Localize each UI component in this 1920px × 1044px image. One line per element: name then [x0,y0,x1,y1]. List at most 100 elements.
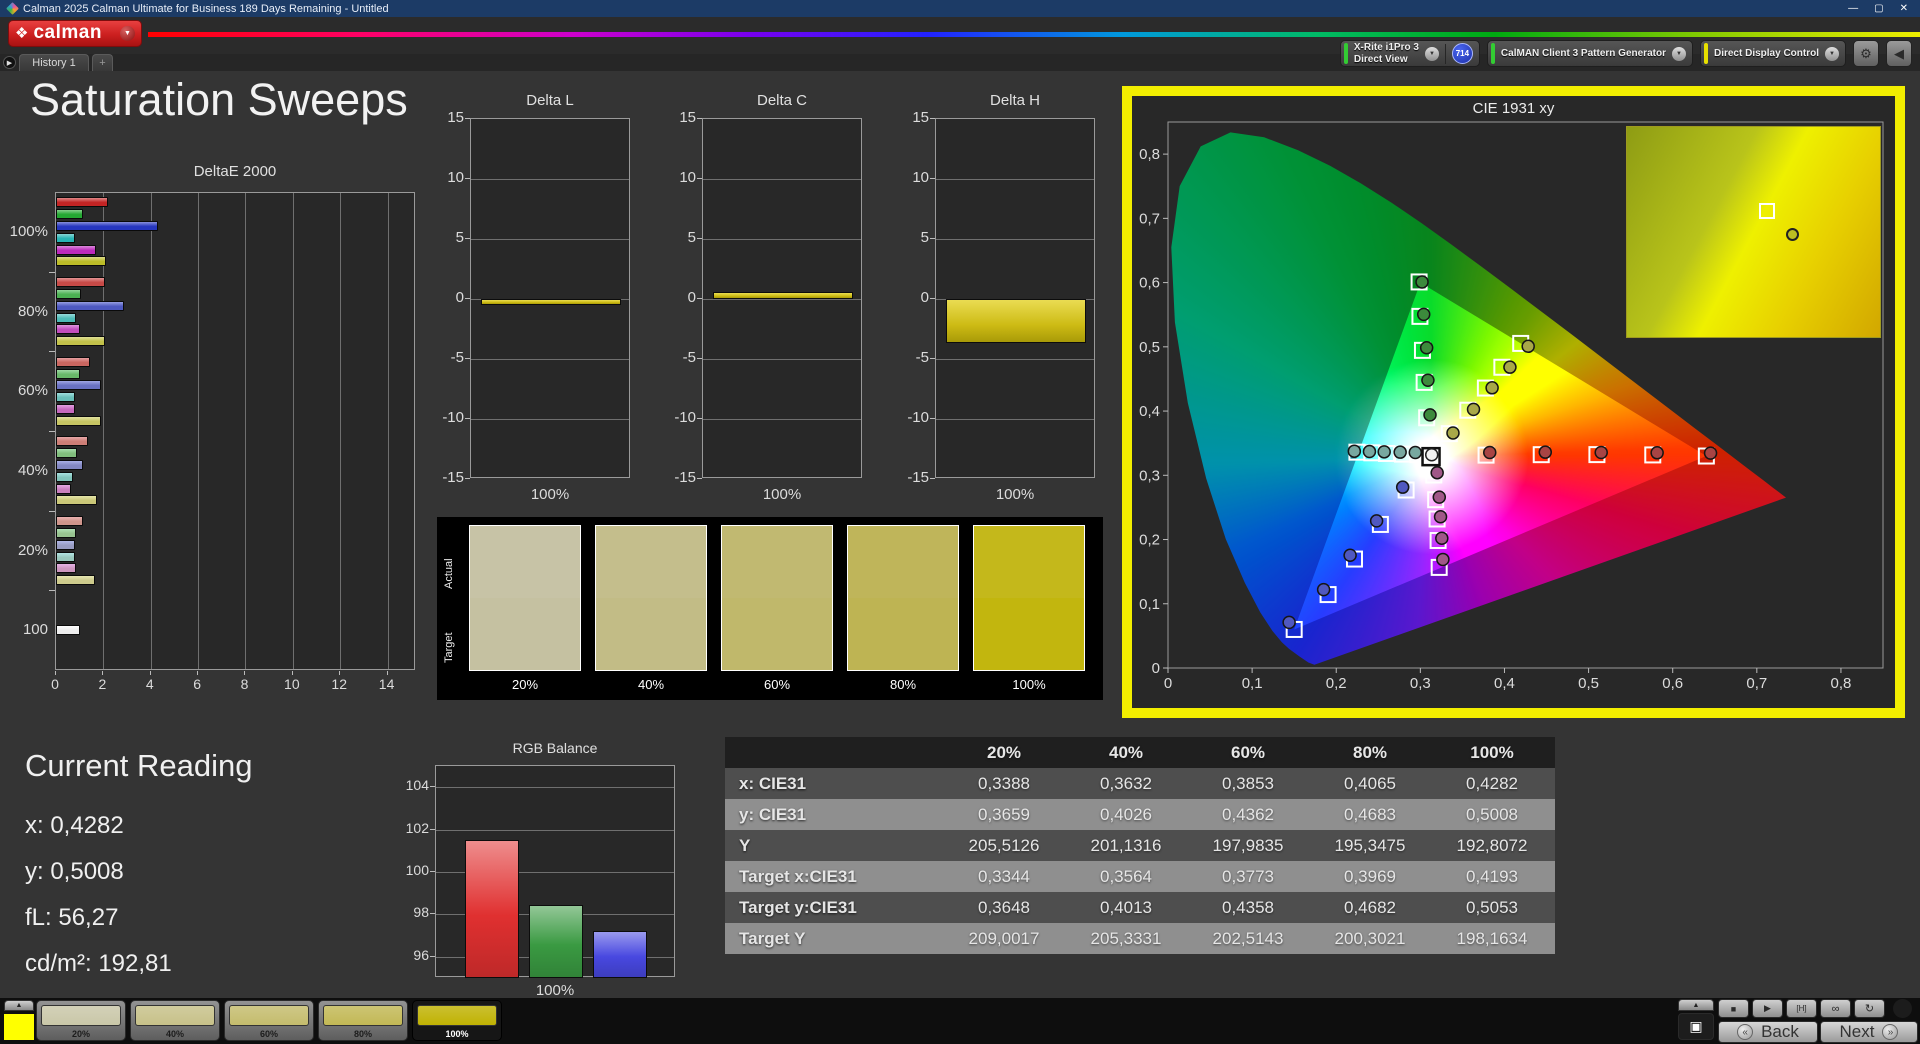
pattern-button-80%[interactable]: 80% [318,1000,408,1041]
play-button[interactable]: ▶ [1752,999,1783,1018]
next-label: Next [1839,1022,1875,1041]
pattern-window-toggle-button[interactable]: ▣ [1678,1013,1714,1040]
svg-text:0: 0 [1164,675,1172,692]
calman-menu-button[interactable]: ❖ calman ▼ [8,20,142,47]
measured-point-yellow [1503,360,1517,374]
swatch-level-label: 20% [511,677,539,692]
target-swatch [596,598,706,670]
pattern-preview-swatch[interactable] [4,1014,34,1040]
transport-expand-button[interactable]: ▲ [1678,999,1714,1011]
pattern-swatch [135,1005,215,1026]
tab-history-1[interactable]: History 1 [19,54,89,71]
rgb-bar-green [529,904,583,978]
deltae-bar-blue [56,221,158,232]
minimize-icon[interactable]: — [1848,3,1858,14]
close-icon[interactable]: ✕ [1900,3,1908,14]
settings-button[interactable]: ⚙ [1853,40,1879,67]
measured-point-magenta [1432,490,1447,504]
measured-point-yellow [1521,339,1535,354]
deltae-bar-magenta [56,483,72,494]
stop-button[interactable]: ■ [1718,999,1749,1018]
deltaH-y-tick: -10 [907,409,929,426]
calman-app: Calman 2025 Calman Ultimate for Business… [0,0,1920,1044]
next-button[interactable]: Next » [1820,1021,1918,1043]
pattern-button-20%[interactable]: 20% [36,1000,126,1041]
tab-nav-arrow[interactable]: ▶ [3,56,16,69]
source-dropdown[interactable]: CalMAN Client 3 Pattern Generator ▼ [1486,40,1693,67]
table-cell: 0,3853 [1222,773,1274,793]
deltae-bar-green [56,448,78,459]
swatch-pair-20% [469,525,581,671]
back-button[interactable]: « Back [1718,1021,1818,1043]
single-measure-button[interactable]: [H] [1786,999,1817,1018]
measured-point-cyan [1377,445,1391,459]
page-title: Saturation Sweeps [30,74,408,125]
maximize-icon[interactable]: ▢ [1874,3,1883,14]
deltae-x-tick: 6 [193,676,201,692]
add-tab-button[interactable]: + [92,54,113,71]
current-reading-line: fL: 56,27 [25,904,119,931]
pattern-button-60%[interactable]: 60% [224,1000,314,1041]
continuous-measure-button[interactable]: ∞ [1820,999,1851,1018]
table-cell: 0,3648 [978,897,1030,917]
refresh-icon: ↻ [1864,1003,1875,1015]
current-reading-title: Current Reading [25,748,253,783]
table-row-label: Target x:CIE31 [739,866,857,886]
actual-target-swatch-panel: Actual Target 20% 40% 60% 80% 100% [437,517,1103,700]
meter-dropdown[interactable]: X-Rite i1Pro 3 Direct View ▼ 714 [1339,40,1480,67]
table-cell: 0,3388 [978,773,1030,793]
table-cell: 198,1634 [1456,928,1528,948]
single-measure-icon: [H] [1796,1004,1807,1013]
display-dropdown-icon[interactable]: ▼ [1825,46,1839,61]
measured-point-blue [1343,548,1357,563]
meter-bar: X-Rite i1Pro 3 Direct View ▼ 714 CalMAN C… [1339,40,1912,67]
swatch-level-label: 100% [1012,677,1046,692]
brand-dropdown-icon[interactable]: ▼ [120,26,135,41]
table-column-header: 100% [1470,742,1514,762]
table-cell: 192,8072 [1456,835,1528,855]
swatch-level-label: 80% [889,677,917,692]
actual-swatch [848,526,958,598]
deltae-x-tick: 12 [331,676,347,692]
measured-point-green [1415,275,1429,289]
tab-history-label: History 1 [32,57,76,69]
gear-icon: ⚙ [1860,45,1872,61]
deltae-bar-yellow [56,336,105,347]
pattern-button-40%[interactable]: 40% [130,1000,220,1041]
table-row-label: Target Y [739,928,806,948]
target-swatch [722,598,832,670]
table-cell: 0,4683 [1344,804,1396,824]
table-cell: 0,4362 [1222,804,1274,824]
refresh-button[interactable]: ↻ [1854,999,1885,1018]
table-cell: 0,3632 [1100,773,1152,793]
deltaH-y-tick: 15 [912,109,929,126]
deltaC-title: Delta C [756,92,808,109]
deltae-group-label: 20% [17,541,48,559]
deltaH-y-tick: -15 [907,469,929,486]
deltaL-y-tick: 15 [447,109,464,126]
pattern-button-100%[interactable]: 100% [412,1000,502,1041]
back-arrow-icon: « [1737,1024,1754,1040]
preview-expand-button[interactable]: ▲ [4,1000,34,1011]
deltae-bar-cyan [56,471,73,482]
deltaC-y-tick: 0 [687,289,696,306]
meter-dropdown-icon[interactable]: ▼ [1424,46,1439,61]
table-cell: 0,3969 [1344,866,1396,886]
svg-text:0,5: 0,5 [1578,675,1599,692]
deltaC-plot [702,118,862,478]
table-cell: 202,5143 [1212,928,1284,948]
table-column-header: 40% [1108,742,1144,762]
deltaH-y-tick: -5 [915,349,929,366]
actual-swatch [974,526,1084,598]
collapse-panel-button[interactable]: ◀ [1886,40,1912,67]
deltae-group-label: 80% [17,302,48,320]
deltaC-y-tick: -15 [674,469,696,486]
deltaL-y-tick: 5 [455,229,464,246]
deltae-bar-cyan [56,551,75,562]
table-row-label: Target y:CIE31 [739,897,857,917]
display-control-dropdown[interactable]: Direct Display Control ▼ [1699,40,1846,67]
table-cell: 0,4026 [1100,804,1152,824]
deltae-bar-blue [56,380,101,391]
source-dropdown-icon[interactable]: ▼ [1671,46,1686,61]
measured-point-cyan [1408,445,1423,460]
